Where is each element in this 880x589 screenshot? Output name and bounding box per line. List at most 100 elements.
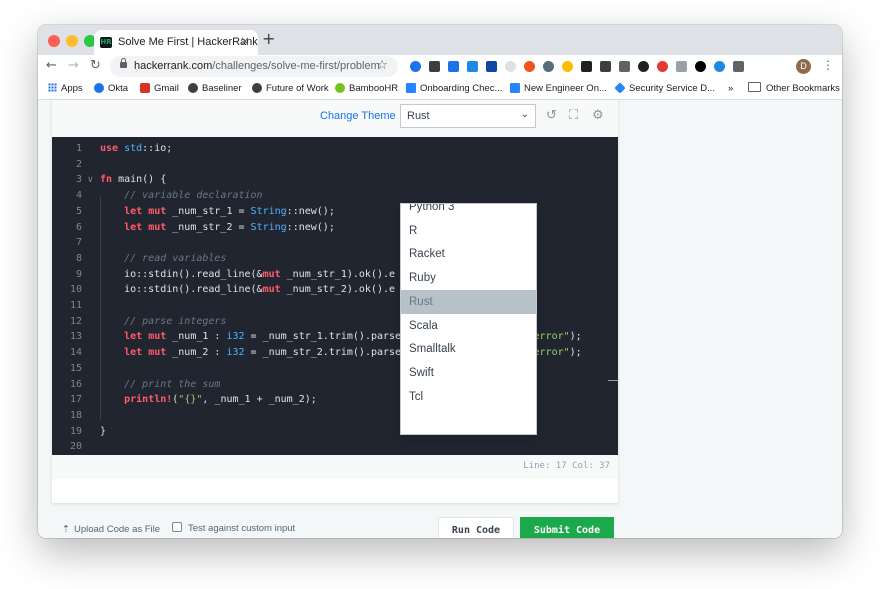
line-number: 19	[69, 425, 82, 437]
language-option-r[interactable]: R	[401, 219, 536, 243]
extension-icon[interactable]	[600, 61, 611, 72]
code-line[interactable]: 20	[52, 439, 618, 455]
language-option-scala[interactable]: Scala	[401, 314, 536, 338]
extension-icon[interactable]	[505, 61, 516, 72]
code-line[interactable]: 3 ∨ fn main() {	[52, 172, 618, 188]
url-text: hackerrank.com/challenges/solve-me-first…	[134, 60, 380, 72]
bookmark-bamboohr[interactable]: BambooHR	[335, 82, 398, 95]
bamboohr-icon	[335, 83, 345, 93]
tab-close-icon[interactable]: ×	[240, 34, 250, 48]
fullscreen-icon[interactable]: ⛶	[569, 108, 578, 124]
bookmark-apps[interactable]: Apps	[48, 82, 83, 95]
upload-code-button[interactable]: ⇡ Upload Code as File	[62, 524, 160, 535]
restore-history-icon[interactable]: ↺	[546, 108, 557, 124]
minimize-window-button[interactable]	[66, 35, 78, 47]
profile-avatar[interactable]: D	[796, 59, 811, 74]
close-window-button[interactable]	[48, 35, 60, 47]
line-number: 11	[69, 300, 82, 311]
code-text: let mut _num_str_1 = String::new();	[124, 205, 335, 217]
extension-icon[interactable]	[638, 61, 649, 72]
line-number: 20	[69, 441, 82, 453]
extension-icon[interactable]	[467, 61, 478, 72]
extension-icon[interactable]	[581, 61, 592, 72]
code-text: fn main() {	[100, 174, 167, 186]
line-number: 6	[75, 221, 82, 233]
bookmark-security-service[interactable]: Security Service D...	[614, 82, 715, 95]
back-arrow-icon[interactable]: ←	[46, 58, 57, 74]
line-number: 10	[69, 284, 82, 296]
line-number: 14	[69, 347, 82, 359]
reload-icon[interactable]: ↻	[90, 58, 101, 74]
line-number: 16	[69, 378, 82, 390]
bookmarks-overflow-button[interactable]: »	[728, 82, 733, 95]
submit-code-button[interactable]: Submit Code	[520, 517, 614, 538]
extension-icon[interactable]	[524, 61, 535, 72]
address-bar[interactable]: hackerrank.com/challenges/solve-me-first…	[110, 56, 398, 77]
puzzle-extensions-icon[interactable]	[733, 61, 744, 72]
extension-icon[interactable]	[543, 61, 554, 72]
language-option-racket[interactable]: Racket	[401, 242, 536, 266]
other-bookmarks-folder[interactable]: Other Bookmarks	[748, 82, 840, 95]
forward-arrow-icon[interactable]: →	[68, 58, 79, 74]
code-text: io::stdin().read_line(&mut _num_str_1).o…	[100, 268, 396, 280]
change-theme-link[interactable]: Change Theme	[320, 110, 396, 122]
bookmark-new-engineer[interactable]: New Engineer On...	[510, 82, 607, 95]
editor-header: Change Theme Rust ⌄ ↺ ⛶ ⚙	[52, 100, 618, 137]
language-option-python-3[interactable]: Python 3	[401, 204, 536, 219]
bookmark-okta[interactable]: Okta	[94, 82, 128, 95]
extension-icon[interactable]	[486, 61, 497, 72]
bookmark-baseliner[interactable]: Baseliner	[188, 82, 242, 95]
settings-gear-icon[interactable]: ⚙	[592, 108, 604, 124]
extension-icon[interactable]	[562, 61, 573, 72]
language-option-smalltalk[interactable]: Smalltalk	[401, 337, 536, 361]
bookmark-onboarding[interactable]: Onboarding Chec...	[406, 82, 502, 95]
custom-input-checkbox[interactable]	[172, 522, 182, 532]
extension-icon[interactable]	[695, 61, 706, 72]
code-text: use std::io;	[100, 143, 173, 154]
tab-title: Solve Me First | HackerRank	[118, 36, 258, 48]
hackerrank-favicon-icon: HR	[100, 37, 112, 48]
language-option-rust[interactable]: Rust	[401, 289, 536, 314]
bookmark-gmail[interactable]: Gmail	[140, 82, 179, 95]
lock-icon	[120, 58, 127, 68]
bookmark-future-of-work[interactable]: Future of Work	[252, 82, 329, 95]
language-option-ruby[interactable]: Ruby	[401, 266, 536, 290]
language-select[interactable]: Rust ⌄	[400, 104, 536, 128]
gmail-icon	[140, 83, 150, 93]
tab-solve-me-first[interactable]: HR Solve Me First | HackerRank ×	[94, 30, 258, 55]
line-number: 3	[75, 174, 82, 186]
line-number: 15	[69, 362, 82, 374]
code-text: // read variables	[124, 252, 227, 264]
line-number: 5	[75, 205, 82, 217]
line-number: 12	[69, 315, 82, 327]
extension-icon[interactable]	[410, 61, 421, 72]
code-line[interactable]: 2	[52, 157, 618, 173]
custom-input-toggle[interactable]: Test against custom input	[172, 522, 295, 534]
language-option-tcl[interactable]: Tcl	[401, 385, 536, 409]
code-text: let mut _num_str_2 = String::new();	[124, 221, 335, 233]
code-line[interactable]: 4 // variable declaration	[52, 188, 618, 204]
more-menu-icon[interactable]: ⋮	[822, 58, 834, 72]
extension-icon[interactable]	[619, 61, 630, 72]
extension-icon[interactable]	[448, 61, 459, 72]
code-line[interactable]: 1 use std::io;	[52, 141, 618, 157]
chevron-down-icon: ⌄	[520, 109, 529, 120]
extension-icon[interactable]	[657, 61, 668, 72]
line-number: 17	[69, 394, 82, 406]
code-text: // parse integers	[124, 315, 227, 327]
bookmark-star-icon[interactable]: ☆	[376, 58, 388, 73]
extension-icon[interactable]	[714, 61, 725, 72]
confluence-icon	[510, 83, 520, 93]
globe-icon	[252, 83, 262, 93]
language-option-swift[interactable]: Swift	[401, 361, 536, 385]
upload-icon: ⇡	[62, 524, 70, 535]
language-dropdown[interactable]: Python 3 R Racket Ruby Rust Scala Smalltalk Swi…	[400, 203, 537, 435]
line-number: 1	[75, 143, 82, 154]
new-tab-button[interactable]: +	[262, 31, 275, 47]
extension-icon[interactable]	[676, 61, 687, 72]
browser-window: HR Solve Me First | HackerRank × + ← → ↻…	[38, 25, 842, 538]
run-code-button[interactable]: Run Code	[438, 517, 514, 538]
fold-chevron-icon[interactable]: ∨	[87, 172, 94, 188]
extension-icon[interactable]	[429, 61, 440, 72]
bookmarks-bar: Apps Okta Gmail Baseliner Future of Work…	[38, 79, 842, 100]
